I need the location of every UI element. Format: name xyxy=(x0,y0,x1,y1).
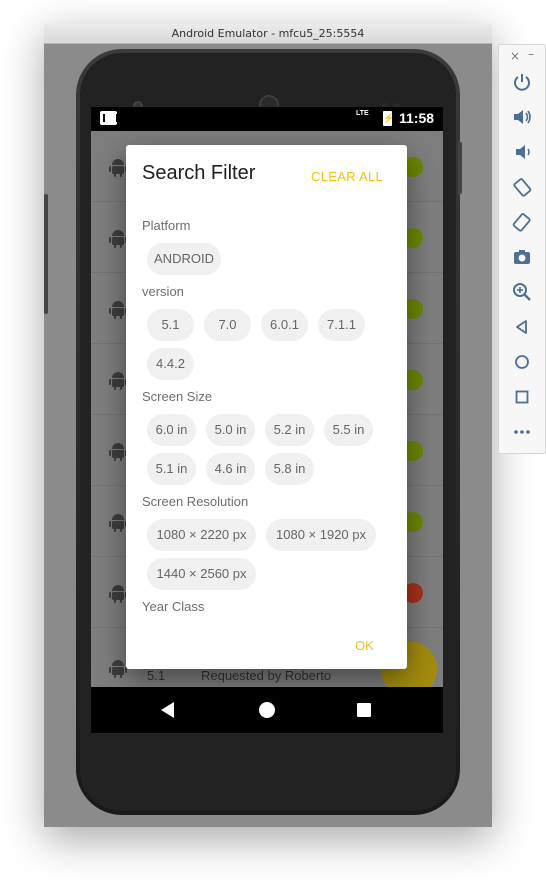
emulator-toolbar: × – xyxy=(498,44,546,454)
status-bar: LTE ⚡ 11:58 xyxy=(91,107,443,131)
version-section-title: version xyxy=(142,284,184,299)
version-chip[interactable]: 7.0 xyxy=(204,309,251,341)
zoom-icon[interactable] xyxy=(511,281,533,303)
android-icon xyxy=(109,660,127,678)
android-icon xyxy=(109,301,127,319)
toolbar-close-icon[interactable]: × xyxy=(510,49,520,63)
nav-home-icon[interactable] xyxy=(259,702,275,718)
window-title: Android Emulator - mfcu5_25:5554 xyxy=(44,24,492,44)
battery-charging-icon: ⚡ xyxy=(383,111,394,126)
android-icon xyxy=(109,159,127,177)
screen-size-chip[interactable]: 5.5 in xyxy=(324,414,373,446)
toolbar-minimize-icon[interactable]: – xyxy=(528,47,534,61)
screen-resolution-chip[interactable]: 1080 × 2220 px xyxy=(147,519,256,551)
screen-size-chip[interactable]: 6.0 in xyxy=(147,414,196,446)
volume-up-icon[interactable] xyxy=(511,106,533,128)
version-chip[interactable]: 4.4.2 xyxy=(147,348,194,380)
more-icon[interactable] xyxy=(511,421,533,443)
row-version-text: 5.1 xyxy=(147,668,166,683)
nav-back-icon[interactable] xyxy=(161,702,174,718)
overview-icon[interactable] xyxy=(511,386,533,408)
dialog-title: Search Filter xyxy=(142,162,256,184)
search-filter-dialog: Search Filter CLEAR ALL Platform ANDROID… xyxy=(126,145,407,669)
screen-size-chip[interactable]: 5.0 in xyxy=(206,414,255,446)
version-chip[interactable]: 6.0.1 xyxy=(261,309,308,341)
platform-section-title: Platform xyxy=(142,218,191,233)
navigation-bar xyxy=(91,687,443,733)
platform-chip[interactable]: ANDROID xyxy=(147,243,221,275)
screen-resolution-chip[interactable]: 1440 × 2560 px xyxy=(147,558,256,590)
camera-icon[interactable] xyxy=(511,246,533,268)
clear-all-button[interactable]: CLEAR ALL xyxy=(311,169,383,184)
screen-size-chip[interactable]: 4.6 in xyxy=(206,453,255,485)
nav-recents-icon[interactable] xyxy=(357,703,371,717)
status-time: 11:58 xyxy=(399,110,435,126)
rotate-left-icon[interactable] xyxy=(511,176,533,198)
lte-signal-icon: LTE xyxy=(356,110,369,117)
screen-resolution-chip[interactable]: 1080 × 1920 px xyxy=(266,519,376,551)
screen-resolution-section-title: Screen Resolution xyxy=(142,494,249,509)
year-class-section-title: Year Class xyxy=(142,599,205,614)
power-key[interactable] xyxy=(458,142,462,194)
volume-key[interactable] xyxy=(44,194,48,314)
row-requested-text: Requested by Roberto xyxy=(201,668,332,683)
ok-button[interactable]: OK xyxy=(355,638,374,653)
screen-size-chip[interactable]: 5.1 in xyxy=(147,453,196,485)
home-icon[interactable] xyxy=(511,351,533,373)
screen-size-chip[interactable]: 5.8 in xyxy=(265,453,314,485)
version-chip[interactable]: 7.1.1 xyxy=(318,309,365,341)
screen-size-chip[interactable]: 5.2 in xyxy=(265,414,314,446)
version-chip[interactable]: 5.1 xyxy=(147,309,194,341)
back-icon[interactable] xyxy=(511,316,533,338)
android-icon xyxy=(109,514,127,532)
volume-down-icon[interactable] xyxy=(511,141,533,163)
power-icon[interactable] xyxy=(511,71,533,93)
gmail-notification-icon xyxy=(100,111,118,125)
android-icon xyxy=(109,443,127,461)
android-icon xyxy=(109,230,127,248)
android-icon xyxy=(109,585,127,603)
android-icon xyxy=(109,372,127,390)
screen-size-section-title: Screen Size xyxy=(142,389,213,404)
rotate-right-icon[interactable] xyxy=(511,211,533,233)
